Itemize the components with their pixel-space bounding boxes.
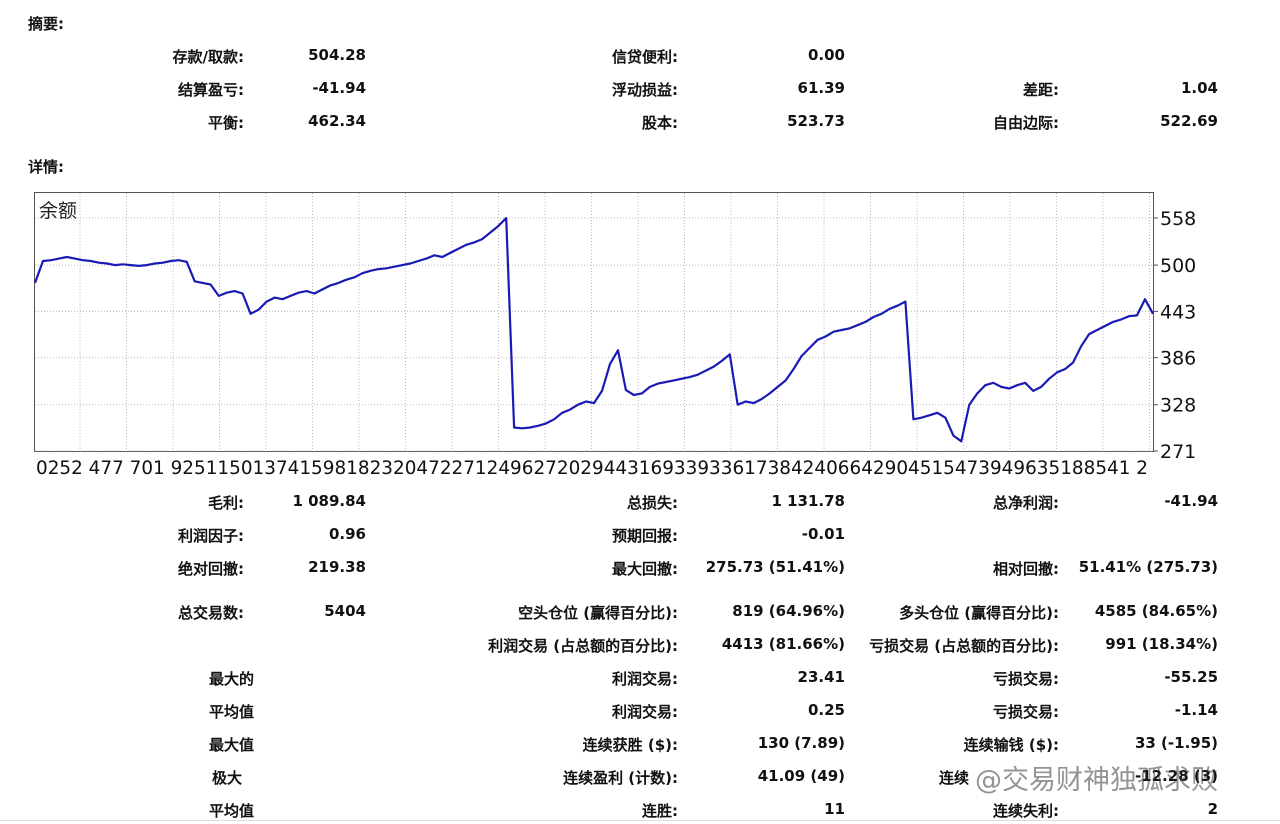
largest-profit-value: 23.41 <box>797 668 845 686</box>
y-tick-label: 443 <box>1160 301 1196 323</box>
gross-loss-value: 1 131.78 <box>771 492 845 510</box>
maximal-label: 极大 <box>211 769 242 787</box>
net-profit-value: -41.94 <box>1164 492 1218 510</box>
loss-trades-label: 亏损交易 (占总额的百分比): <box>869 637 1059 655</box>
largest-profit-label: 利润交易: <box>612 670 678 688</box>
long-positions-value: 4585 (84.65%) <box>1094 602 1218 620</box>
max-consec-wins-value: 130 (7.89) <box>757 734 845 752</box>
largest-loss-label: 亏损交易: <box>993 670 1059 688</box>
profit-factor-value: 0.96 <box>328 525 366 543</box>
total-trades-label: 总交易数: <box>178 604 244 622</box>
balance-chart-svg: 558 500 443 386 328 271 0252 477 701 92511501… <box>33 193 1196 479</box>
profit-trades-value: 4413 (81.66%) <box>721 635 845 653</box>
y-tick-label: 386 <box>1160 348 1196 370</box>
avg-profit-value: 0.25 <box>807 701 845 719</box>
chart-title: 余额 <box>39 200 77 222</box>
balance-series-line <box>33 216 1154 443</box>
avg-consec-wins-label: 连胜: <box>642 802 678 820</box>
watermark: @交易财神独孤求败 <box>975 765 1218 796</box>
avg-profit-label: 利润交易: <box>612 703 678 721</box>
y-tick-label: 558 <box>1160 208 1196 230</box>
avg-consec-losses-value: 2 <box>1207 800 1218 818</box>
loss-trades-value: 991 (18.34%) <box>1105 635 1218 653</box>
net-profit-label: 总净利润: <box>993 494 1059 512</box>
avg-loss-value: -1.14 <box>1174 701 1218 719</box>
gross-profit-label: 毛利: <box>208 494 244 512</box>
avg-consec-losses-label: 连续失利: <box>993 802 1059 820</box>
rel-drawdown-value: 51.41% (275.73) <box>1078 558 1218 576</box>
max-consec-losses-value: 33 (-1.95) <box>1134 734 1218 752</box>
max-drawdown-label: 最大回撤: <box>612 560 678 578</box>
y-tick-label: 328 <box>1160 395 1196 417</box>
largest-label: 最大的 <box>208 670 254 688</box>
profit-trades-label: 利润交易 (占总额的百分比): <box>488 637 678 655</box>
total-trades-value: 5404 <box>324 602 366 620</box>
short-positions-label: 空头仓位 (赢得百分比): <box>518 604 678 622</box>
abs-drawdown-label: 绝对回撤: <box>178 560 244 578</box>
maximal-consec-loss-label: 连续 <box>938 769 969 787</box>
expected-payoff-value: -0.01 <box>801 525 845 543</box>
max-drawdown-value: 275.73 (51.41%) <box>705 558 845 576</box>
y-tick-label: 500 <box>1160 255 1196 277</box>
maximal-consec-profit-value: 41.09 (49) <box>757 767 845 785</box>
avg-consec-wins-value: 11 <box>824 800 845 818</box>
max-consec-wins-label: 连续获胜 ($): <box>582 736 678 754</box>
avg-loss-label: 亏损交易: <box>993 703 1059 721</box>
rel-drawdown-label: 相对回撤: <box>993 560 1059 578</box>
largest-loss-value: -55.25 <box>1164 668 1218 686</box>
max-consec-losses-label: 连续输钱 ($): <box>963 736 1059 754</box>
abs-drawdown-value: 219.38 <box>308 558 366 576</box>
maximum-label: 最大值 <box>208 736 254 754</box>
y-tick-label: 271 <box>1160 441 1196 463</box>
bottom-divider <box>0 820 1280 821</box>
long-positions-label: 多头仓位 (赢得百分比): <box>899 604 1059 622</box>
maximal-consec-profit-label: 连续盈利 (计数): <box>563 769 678 787</box>
x-tick-labels: 0252 477 701 925115013741598182320472271… <box>36 457 1148 479</box>
profit-factor-label: 利润因子: <box>178 527 244 545</box>
short-positions-value: 819 (64.96%) <box>732 602 845 620</box>
gross-loss-label: 总损失: <box>627 494 678 512</box>
expected-payoff-label: 预期回报: <box>612 527 678 545</box>
gross-profit-value: 1 089.84 <box>292 492 366 510</box>
average2-label: 平均值 <box>208 802 254 820</box>
average-label: 平均值 <box>208 703 254 721</box>
